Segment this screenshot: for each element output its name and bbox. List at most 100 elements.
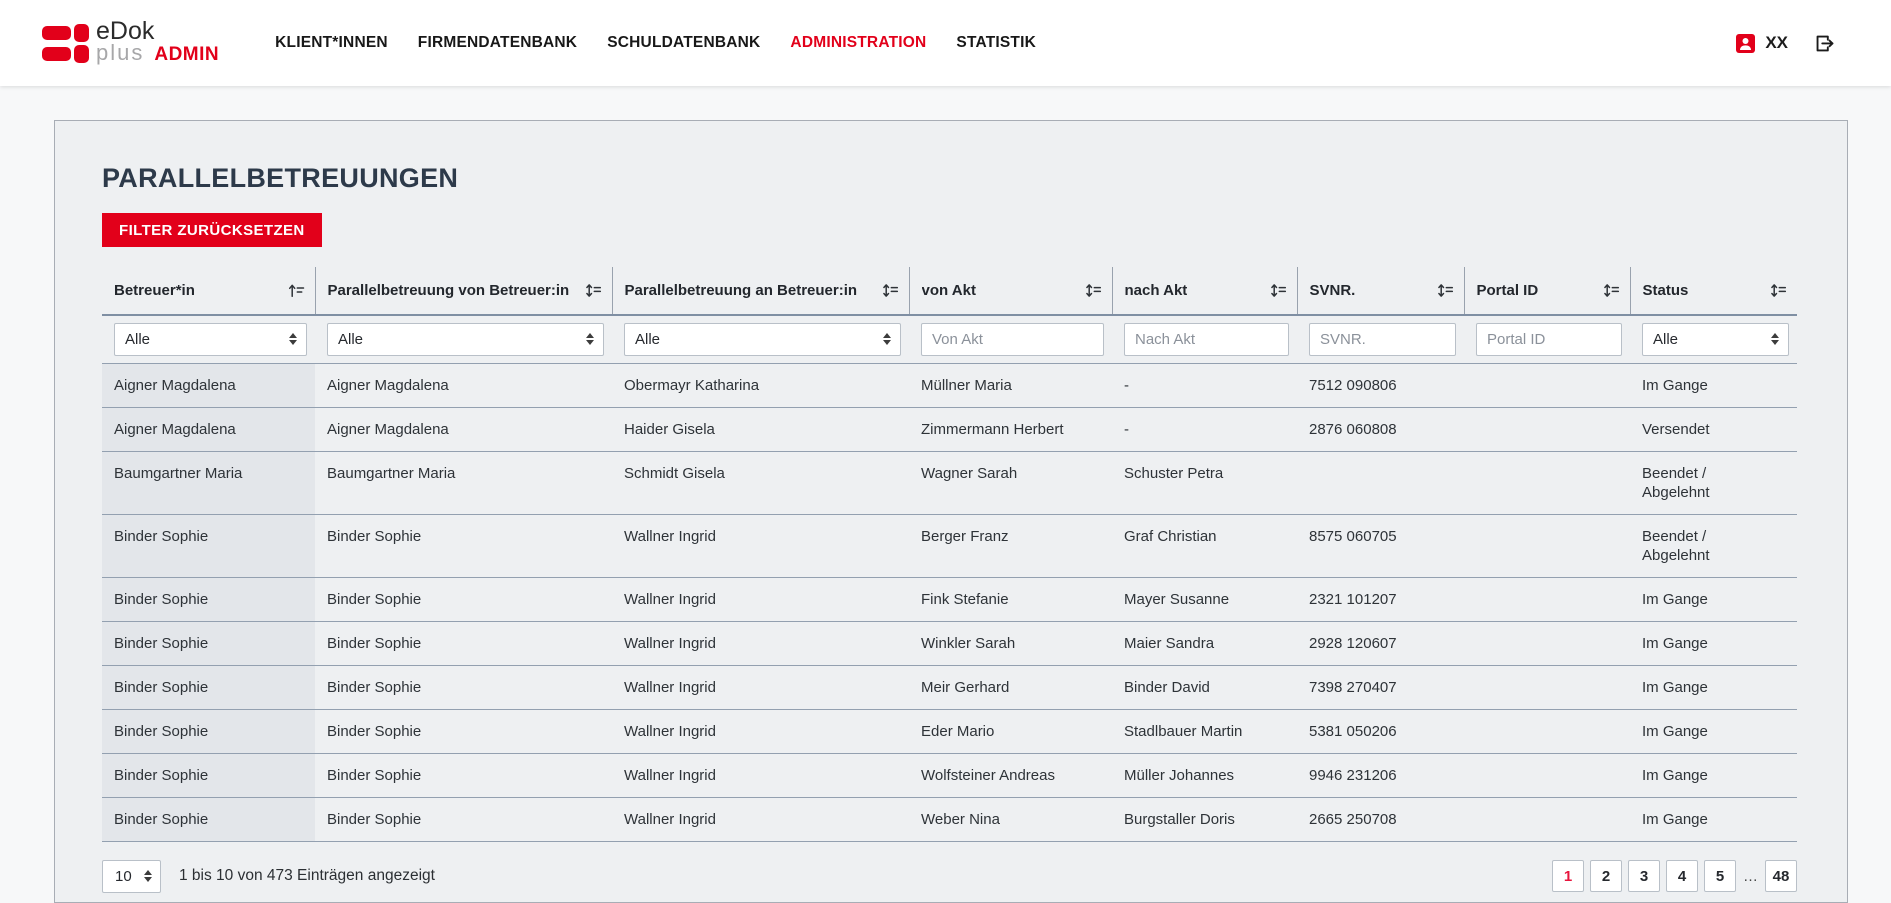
app-logo[interactable]: eDok plus ADMIN <box>42 20 219 66</box>
table-row[interactable]: Binder SophieBinder SophieWallner Ingrid… <box>102 797 1797 841</box>
filter-select-betreuer-in[interactable]: Alle <box>114 323 307 356</box>
filter-input-nach-akt[interactable] <box>1124 323 1289 356</box>
table-row[interactable]: Aigner MagdalenaAigner MagdalenaHaider G… <box>102 407 1797 451</box>
nav-item-klient-innen[interactable]: KLIENT*INNEN <box>275 34 388 52</box>
page-button-4[interactable]: 4 <box>1666 860 1698 892</box>
filter-input-portal-id[interactable] <box>1476 323 1622 356</box>
cell-status: Im Gange <box>1630 753 1797 797</box>
nav-item-administration[interactable]: ADMINISTRATION <box>790 34 926 52</box>
page-button-48[interactable]: 48 <box>1765 860 1797 892</box>
page-content: PARALLELBETREUUNGEN FILTER ZURÜCKSETZEN … <box>0 86 1891 903</box>
cell-nach-akt: - <box>1112 407 1297 451</box>
cell-svnr: 7398 270407 <box>1297 665 1464 709</box>
page-size-select[interactable]: 10 <box>102 860 161 893</box>
cell-portal-id <box>1464 363 1630 407</box>
cell-svnr: 9946 231206 <box>1297 753 1464 797</box>
cell-von-akt: Weber Nina <box>909 797 1112 841</box>
table-row[interactable]: Binder SophieBinder SophieWallner Ingrid… <box>102 621 1797 665</box>
table-footer: 10 1 bis 10 von 473 Einträgen angezeigt … <box>102 842 1797 893</box>
page-button-5[interactable]: 5 <box>1704 860 1736 892</box>
cell-betreuer-in: Binder Sophie <box>102 797 315 841</box>
sort-icon[interactable] <box>1603 283 1620 298</box>
cell-status: Im Gange <box>1630 797 1797 841</box>
cell-betreuer-in: Aigner Magdalena <box>102 363 315 407</box>
sort-icon[interactable] <box>882 283 899 298</box>
column-header-status[interactable]: Status <box>1630 267 1797 315</box>
filter-cell-portal-id <box>1464 315 1630 363</box>
cell-nach-akt: Burgstaller Doris <box>1112 797 1297 841</box>
cell-parallelbetreuung-an-betreuer-in: Wallner Ingrid <box>612 753 909 797</box>
table-row[interactable]: Binder SophieBinder SophieWallner Ingrid… <box>102 577 1797 621</box>
cell-svnr: 2665 250708 <box>1297 797 1464 841</box>
logout-button[interactable] <box>1814 33 1835 54</box>
table-row[interactable]: Baumgartner MariaBaumgartner MariaSchmid… <box>102 451 1797 514</box>
cell-status: Versendet <box>1630 407 1797 451</box>
table-row[interactable]: Binder SophieBinder SophieWallner Ingrid… <box>102 753 1797 797</box>
chevron-updown-icon <box>1771 333 1779 345</box>
nav-item-schuldatenbank[interactable]: SCHULDATENBANK <box>607 34 760 52</box>
page-button-2[interactable]: 2 <box>1590 860 1622 892</box>
cell-nach-akt: Mayer Susanne <box>1112 577 1297 621</box>
cell-svnr: 2876 060808 <box>1297 407 1464 451</box>
cell-betreuer-in: Binder Sophie <box>102 753 315 797</box>
entries-info: 1 bis 10 von 473 Einträgen angezeigt <box>179 867 435 885</box>
chevron-updown-icon <box>144 870 152 882</box>
table-row[interactable]: Binder SophieBinder SophieWallner Ingrid… <box>102 665 1797 709</box>
cell-parallelbetreuung-an-betreuer-in: Wallner Ingrid <box>612 621 909 665</box>
table-row[interactable]: Binder SophieBinder SophieWallner Ingrid… <box>102 514 1797 577</box>
sort-icon[interactable] <box>1770 283 1787 298</box>
chevron-updown-icon <box>883 333 891 345</box>
column-header-betreuer-in[interactable]: Betreuer*in <box>102 267 315 315</box>
page-button-3[interactable]: 3 <box>1628 860 1660 892</box>
cell-parallelbetreuung-von-betreuer-in: Binder Sophie <box>315 621 612 665</box>
filter-select-parallelbetreuung-an-betreuer-in[interactable]: Alle <box>624 323 901 356</box>
cell-status: Im Gange <box>1630 709 1797 753</box>
table-row[interactable]: Binder SophieBinder SophieWallner Ingrid… <box>102 709 1797 753</box>
cell-von-akt: Fink Stefanie <box>909 577 1112 621</box>
column-header-svnr[interactable]: SVNR. <box>1297 267 1464 315</box>
cell-von-akt: Eder Mario <box>909 709 1112 753</box>
filter-cell-betreuer-in: Alle <box>102 315 315 363</box>
logo-text-plus: plus <box>96 43 144 63</box>
filter-select-status[interactable]: Alle <box>1642 323 1789 356</box>
pagination-ellipsis: … <box>1743 868 1758 885</box>
cell-betreuer-in: Binder Sophie <box>102 577 315 621</box>
filter-input-svnr[interactable] <box>1309 323 1456 356</box>
column-header-von-akt[interactable]: von Akt <box>909 267 1112 315</box>
column-label: Status <box>1643 282 1689 299</box>
cell-parallelbetreuung-von-betreuer-in: Aigner Magdalena <box>315 407 612 451</box>
page-button-1[interactable]: 1 <box>1552 860 1584 892</box>
cell-svnr: 7512 090806 <box>1297 363 1464 407</box>
nav-item-firmendatenbank[interactable]: FIRMENDATENBANK <box>418 34 577 52</box>
user-menu[interactable]: XX <box>1736 33 1788 53</box>
sort-icon[interactable] <box>1085 283 1102 298</box>
parallelbetreuungen-table: Betreuer*in Parallelbetreuung von Betreue… <box>102 267 1797 842</box>
filter-select-parallelbetreuung-von-betreuer-in[interactable]: Alle <box>327 323 604 356</box>
filter-input-von-akt[interactable] <box>921 323 1104 356</box>
cell-von-akt: Meir Gerhard <box>909 665 1112 709</box>
column-label: Betreuer*in <box>114 282 195 299</box>
cell-svnr: 8575 060705 <box>1297 514 1464 577</box>
column-label: Portal ID <box>1477 282 1539 299</box>
nav-item-statistik[interactable]: STATISTIK <box>956 34 1036 52</box>
cell-status: Im Gange <box>1630 363 1797 407</box>
filter-reset-button[interactable]: FILTER ZURÜCKSETZEN <box>102 213 322 247</box>
cell-nach-akt: Maier Sandra <box>1112 621 1297 665</box>
column-header-nach-akt[interactable]: nach Akt <box>1112 267 1297 315</box>
column-header-parallelbetreuung-an-betreuer-in[interactable]: Parallelbetreuung an Betreuer:in <box>612 267 909 315</box>
cell-portal-id <box>1464 665 1630 709</box>
cell-betreuer-in: Binder Sophie <box>102 514 315 577</box>
sort-icon[interactable] <box>585 283 602 298</box>
sort-icon[interactable] <box>1270 283 1287 298</box>
cell-parallelbetreuung-von-betreuer-in: Binder Sophie <box>315 709 612 753</box>
cell-status: Im Gange <box>1630 621 1797 665</box>
user-icon <box>1736 34 1755 53</box>
sort-ascending-icon[interactable] <box>288 283 305 298</box>
cell-portal-id <box>1464 451 1630 514</box>
column-header-parallelbetreuung-von-betreuer-in[interactable]: Parallelbetreuung von Betreuer:in <box>315 267 612 315</box>
table-row[interactable]: Aigner MagdalenaAigner MagdalenaObermayr… <box>102 363 1797 407</box>
cell-portal-id <box>1464 514 1630 577</box>
pagination: 12345 … 48 <box>1552 860 1797 892</box>
column-header-portal-id[interactable]: Portal ID <box>1464 267 1630 315</box>
sort-icon[interactable] <box>1437 283 1454 298</box>
